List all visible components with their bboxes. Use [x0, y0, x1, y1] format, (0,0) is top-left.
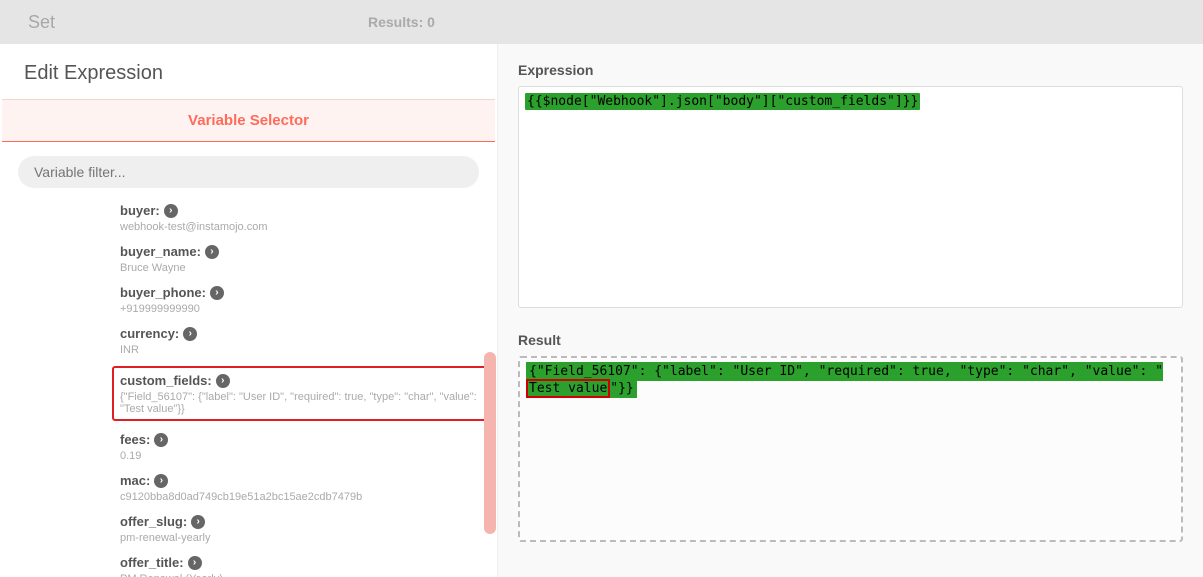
add-icon[interactable]: ›	[216, 374, 230, 388]
add-icon[interactable]: ›	[188, 556, 202, 570]
variable-item[interactable]: mac:› c9120bba8d0ad749cb19e51a2bc15ae2cdb…	[120, 472, 467, 503]
add-icon[interactable]: ›	[183, 327, 197, 341]
variable-value: PM Renewal (Yearly)	[120, 573, 467, 577]
add-icon[interactable]: ›	[154, 474, 168, 488]
filter-wrap	[0, 142, 497, 202]
variable-item[interactable]: fees:› 0.19	[120, 431, 467, 462]
variable-value: webhook-test@instamojo.com	[120, 221, 467, 233]
right-panel: Expression {{$node["Webhook"].json["body…	[498, 44, 1203, 577]
variable-item[interactable]: currency:› INR	[120, 325, 467, 356]
variable-value: {"Field_56107": {"label": "User ID", "re…	[120, 391, 479, 415]
main-area: Edit Expression Variable Selector buyer:…	[0, 44, 1203, 577]
variable-list: buyer:› webhook-test@instamojo.com buyer_n…	[0, 202, 497, 577]
variable-key: fees:›	[120, 432, 168, 447]
left-panel: Edit Expression Variable Selector buyer:…	[0, 44, 498, 577]
variable-value: +919999999990	[120, 303, 467, 315]
add-icon[interactable]: ›	[210, 286, 224, 300]
scrollbar-thumb[interactable]	[484, 352, 496, 534]
variable-value: pm-renewal-yearly	[120, 532, 467, 544]
variable-key: buyer_name:›	[120, 244, 219, 259]
expression-token: {{$node["Webhook"].json["body"]["custom_…	[525, 93, 920, 110]
result-box: {"Field_56107": {"label": "User ID", "re…	[518, 356, 1183, 542]
result-highlight: Test value	[526, 379, 610, 398]
result-post: "}}	[610, 381, 633, 396]
variable-key: currency:›	[120, 326, 197, 341]
variable-key: buyer_phone:›	[120, 285, 224, 300]
variable-item[interactable]: offer_slug:› pm-renewal-yearly	[120, 513, 467, 544]
result-label: Result	[518, 332, 1183, 348]
variable-value: Bruce Wayne	[120, 262, 467, 274]
variable-value: INR	[120, 344, 467, 356]
panel-header: Edit Expression	[0, 44, 497, 99]
result-pre: {"Field_56107": {"label": "User ID", "re…	[529, 364, 1163, 379]
expression-editor[interactable]: {{$node["Webhook"].json["body"]["custom_…	[518, 86, 1183, 308]
variable-value: c9120bba8d0ad749cb19e51a2bc15ae2cdb7479b	[120, 491, 467, 503]
variable-value: 0.19	[120, 450, 467, 462]
add-icon[interactable]: ›	[205, 245, 219, 259]
variable-key: buyer:›	[120, 203, 178, 218]
expression-label: Expression	[518, 62, 1183, 78]
result-line: {"Field_56107": {"label": "User ID", "re…	[526, 362, 1163, 398]
add-icon[interactable]: ›	[191, 515, 205, 529]
tab-variable-selector[interactable]: Variable Selector	[2, 99, 495, 142]
node-title: Set	[28, 12, 368, 33]
variable-item[interactable]: buyer:› webhook-test@instamojo.com	[120, 202, 467, 233]
variable-filter-input[interactable]	[18, 156, 479, 188]
results-count: Results: 0	[368, 14, 435, 30]
variable-item[interactable]: offer_title:› PM Renewal (Yearly)	[120, 554, 467, 577]
topbar: Set Results: 0	[0, 0, 1203, 44]
variable-key: offer_title:›	[120, 555, 202, 570]
variable-item[interactable]: buyer_name:› Bruce Wayne	[120, 243, 467, 274]
variable-key: offer_slug:›	[120, 514, 205, 529]
variable-item[interactable]: custom_fields:› {"Field_56107": {"label":…	[112, 366, 487, 421]
add-icon[interactable]: ›	[154, 433, 168, 447]
add-icon[interactable]: ›	[164, 204, 178, 218]
variable-key: custom_fields:›	[120, 373, 230, 388]
variable-key: mac:›	[120, 473, 168, 488]
variable-item[interactable]: buyer_phone:› +919999999990	[120, 284, 467, 315]
